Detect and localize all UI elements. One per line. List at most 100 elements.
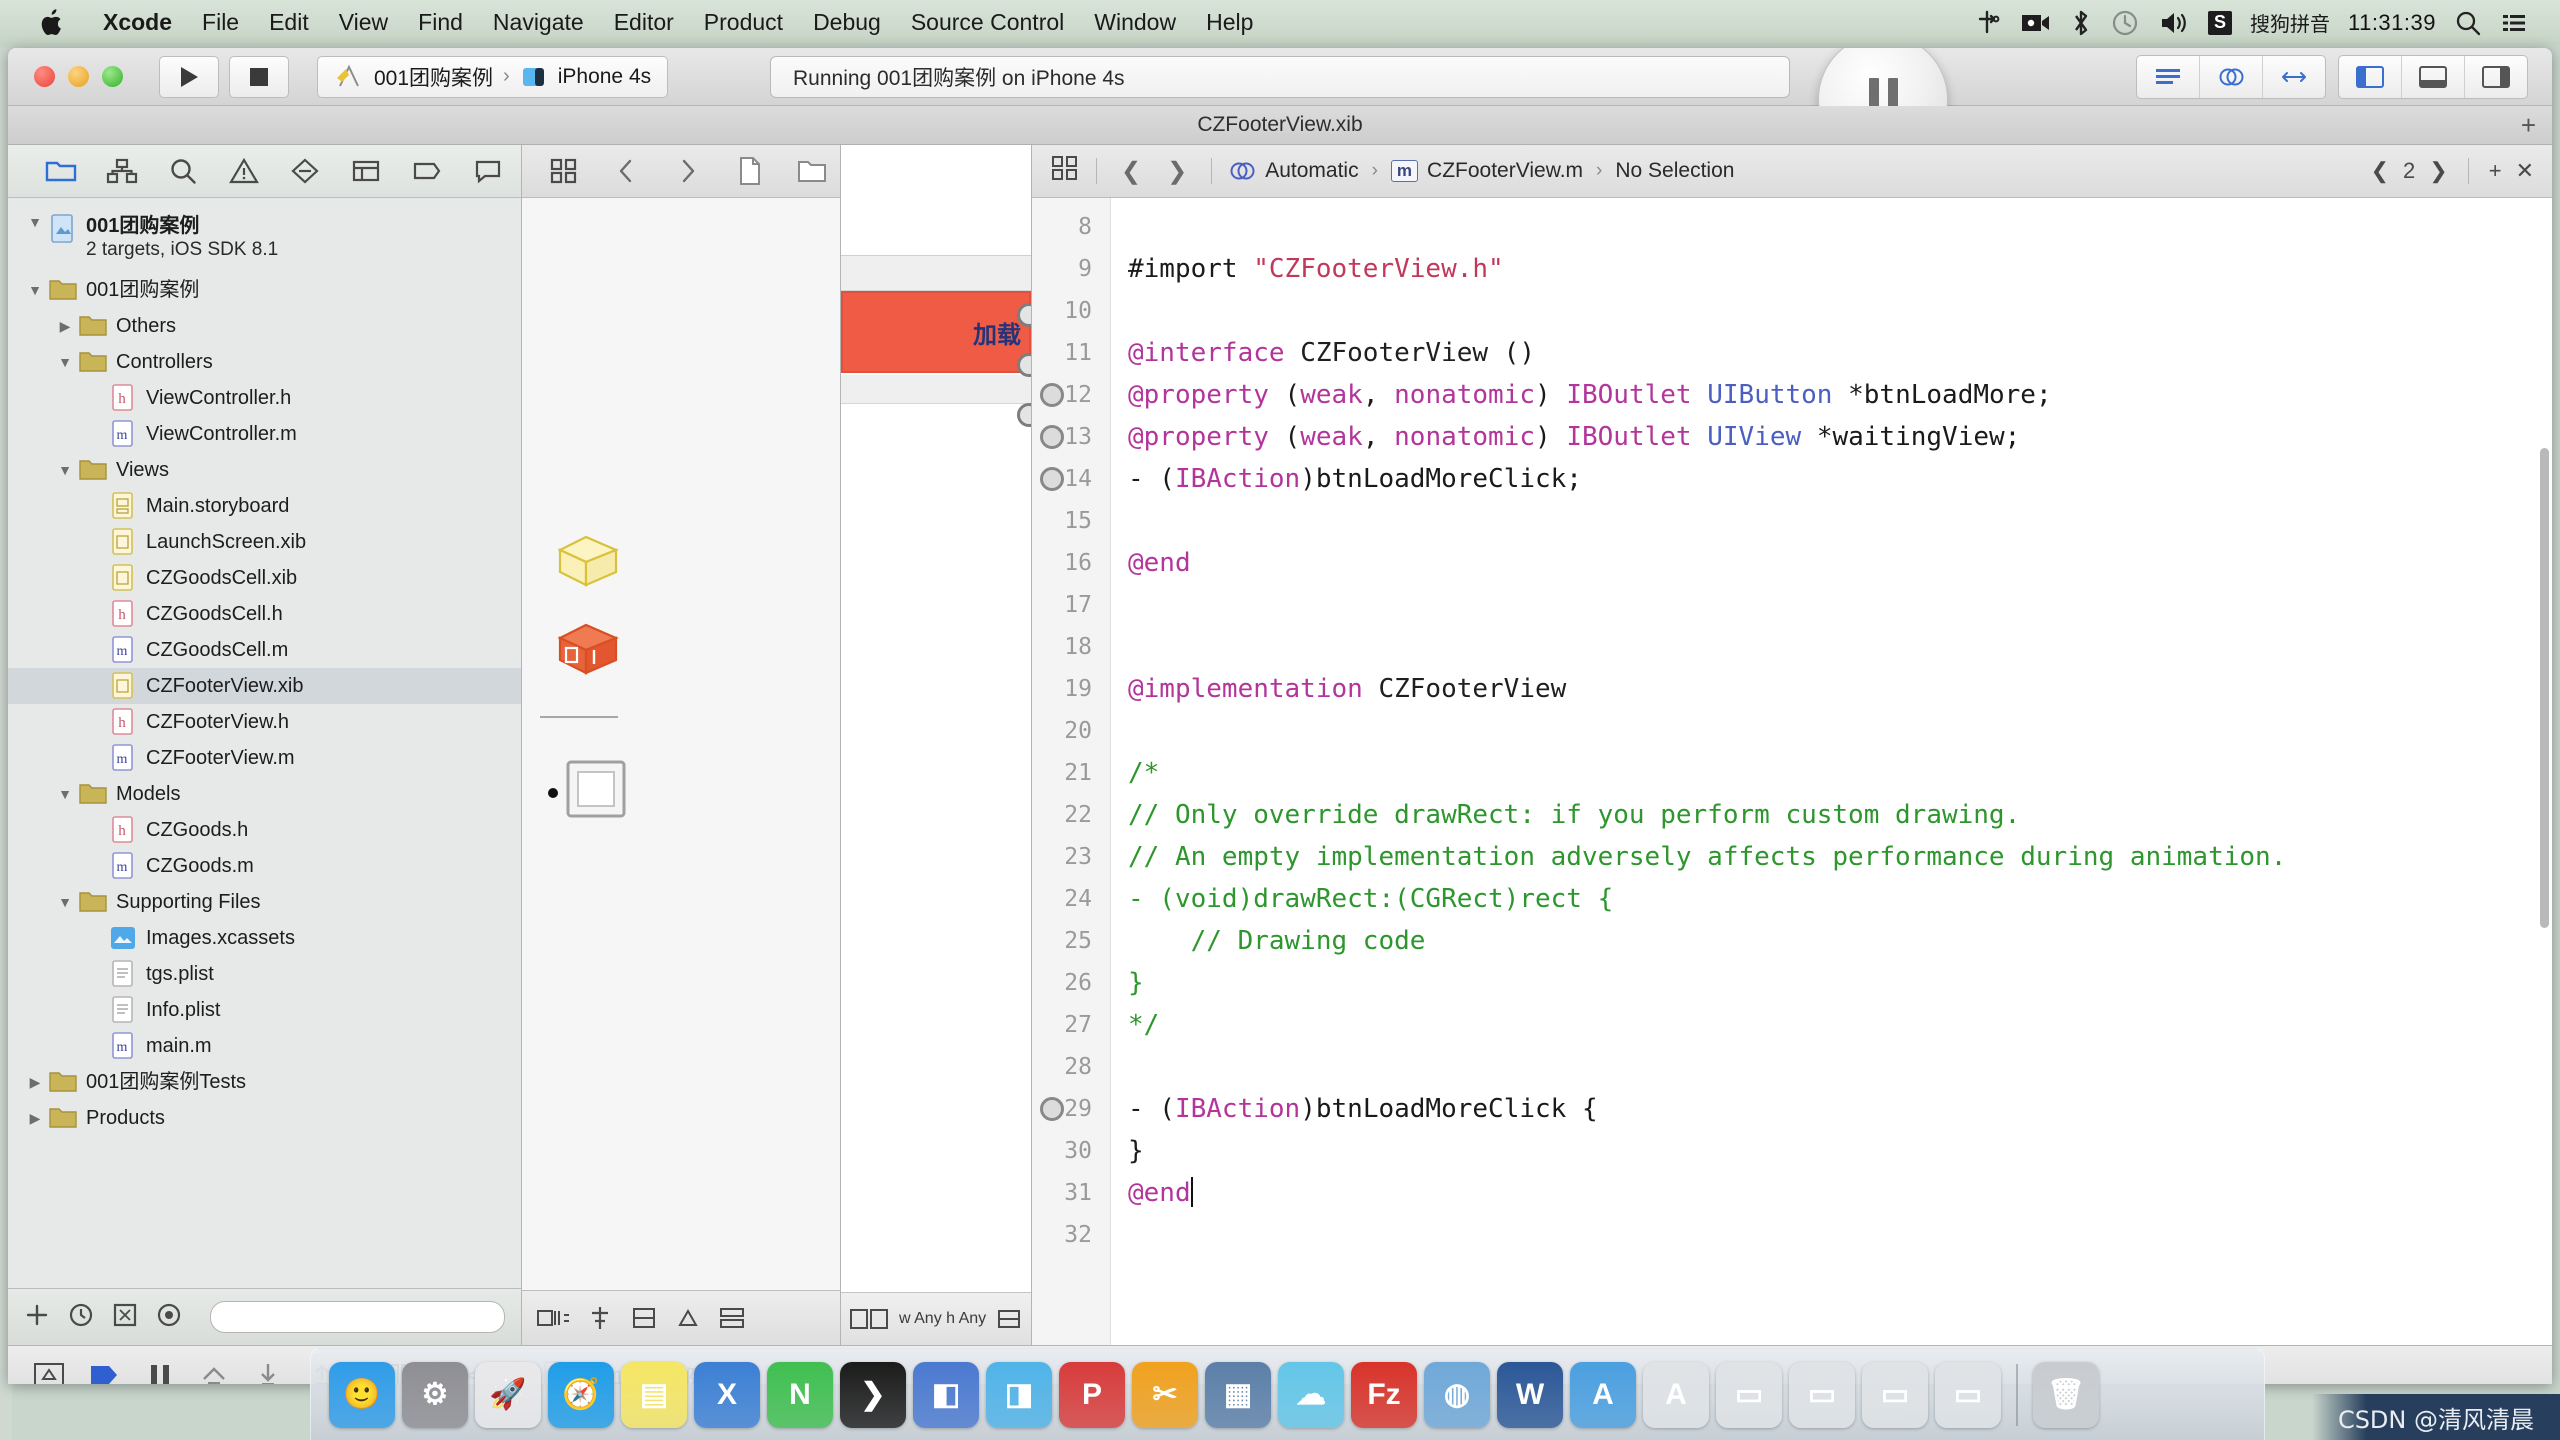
tree-row-project[interactable]: ▼ 001团购案例 2 targets, iOS SDK 8.1 [8, 212, 521, 272]
menu-navigate[interactable]: Navigate [478, 0, 599, 45]
tree-row-models[interactable]: ▼ Models [8, 776, 521, 812]
code-line[interactable]: 10 [1032, 290, 2552, 332]
tree-row-info-plist[interactable]: Info.plist [8, 992, 521, 1028]
dock-item-snip[interactable]: ✂ [1132, 1361, 1198, 1428]
menu-xcode[interactable]: Xcode [88, 0, 187, 45]
dock-item-filezilla[interactable]: Fz [1351, 1361, 1417, 1428]
add-tab-button[interactable]: + [2521, 110, 2536, 141]
tree-row-tgs-plist[interactable]: tgs.plist [8, 956, 521, 992]
code-line[interactable]: 30} [1032, 1130, 2552, 1172]
dock-item-xcode[interactable]: X [694, 1361, 760, 1428]
menu-product[interactable]: Product [689, 0, 798, 45]
add-editor-icon[interactable]: + [2489, 158, 2502, 184]
ib-forward-button[interactable] [660, 145, 716, 197]
menu-help[interactable]: Help [1191, 0, 1268, 45]
dock-item-safari[interactable]: 🧭 [548, 1361, 614, 1428]
code-text-area[interactable]: 8 9 #import "CZFooterView.h" 10 11 @interface… [1032, 198, 2552, 1345]
code-line[interactable]: 23 // An empty implementation adversely a… [1032, 836, 2552, 878]
code-line[interactable]: 17 [1032, 584, 2552, 626]
connection-dot[interactable] [1017, 303, 1031, 327]
tree-row-viewcontroller-h[interactable]: h ViewController.h [8, 380, 521, 416]
symbol-navigator-tab[interactable] [91, 145, 152, 197]
filter-recent-icon[interactable] [68, 1302, 94, 1333]
code-line[interactable]: 9 #import "CZFooterView.h" [1032, 248, 2552, 290]
menu-source-control[interactable]: Source Control [896, 0, 1079, 45]
code-line[interactable]: 22 // Only override drawRect: if you perf… [1032, 794, 2552, 836]
version-editor-button[interactable] [2263, 56, 2325, 98]
editor-vertical-scrollbar[interactable] [2540, 448, 2549, 928]
next-editor-button[interactable]: ❯ [2429, 158, 2447, 184]
step-over-icon[interactable] [198, 1361, 230, 1384]
menu-window[interactable]: Window [1079, 0, 1191, 45]
dock-item-evernote[interactable]: N [767, 1361, 833, 1428]
ib-document-icon[interactable] [722, 145, 778, 197]
pin-icon[interactable] [630, 1305, 658, 1331]
tree-row-czgoodscell-h[interactable]: h CZGoodsCell.h [8, 596, 521, 632]
disclosure-triangle-icon[interactable]: ▼ [52, 894, 78, 910]
menu-clock[interactable]: 11:31:39 [2348, 10, 2436, 36]
spotlight-search-icon[interactable] [2454, 9, 2482, 37]
toggle-debug-area-button[interactable] [2402, 55, 2465, 98]
dock-item-terminal[interactable]: ❯ [840, 1361, 906, 1428]
tree-row-main-storyboard[interactable]: Main.storyboard [8, 488, 521, 524]
disclosure-triangle-icon[interactable]: ▼ [52, 786, 78, 802]
tree-row-001-tests[interactable]: ▶ 001团购案例Tests [8, 1064, 521, 1100]
ib-objects-dock[interactable] [522, 198, 840, 1290]
tree-row-supporting-files[interactable]: ▼ Supporting Files [8, 884, 521, 920]
files-owner-object-icon[interactable] [550, 616, 626, 682]
tree-row-main-m[interactable]: m main.m [8, 1028, 521, 1064]
menu-debug[interactable]: Debug [798, 0, 896, 45]
code-line[interactable]: 12 @property (weak, nonatomic) IBOutlet U… [1032, 374, 2552, 416]
code-line[interactable]: 13 @property (weak, nonatomic) IBOutlet U… [1032, 416, 2552, 458]
tree-row-controllers[interactable]: ▼ Controllers [8, 344, 521, 380]
canvas-zoom-icon[interactable] [996, 1307, 1022, 1331]
dock-item-notes[interactable]: ▤ [621, 1361, 687, 1428]
project-navigator-tree[interactable]: ▼ 001团购案例 2 targets, iOS SDK 8.1 ▼ 001团购案… [8, 198, 521, 1288]
tree-row-czgoods-m[interactable]: m CZGoods.m [8, 848, 521, 884]
code-line[interactable]: 18 [1032, 626, 2552, 668]
menu-edit[interactable]: Edit [254, 0, 324, 45]
disclosure-triangle-icon[interactable]: ▼ [22, 282, 48, 298]
breadcrumb-automatic[interactable]: Automatic [1265, 159, 1358, 183]
connection-dot[interactable] [1017, 403, 1031, 427]
tree-row-products[interactable]: ▶ Products [8, 1100, 521, 1136]
disclosure-triangle-icon[interactable]: ▼ [22, 214, 48, 230]
pause-icon[interactable] [144, 1361, 176, 1384]
tree-row-czgoodscell-xib[interactable]: CZGoodsCell.xib [8, 560, 521, 596]
dock-item-launchpad[interactable]: 🚀 [475, 1361, 541, 1428]
code-lines[interactable]: 8 9 #import "CZFooterView.h" 10 11 @interface… [1032, 206, 2552, 1345]
ib-back-button[interactable] [598, 145, 654, 197]
canvas-size-icon[interactable] [849, 1306, 889, 1332]
stop-button[interactable] [229, 55, 289, 98]
code-line[interactable]: 16 @end [1032, 542, 2552, 584]
connection-dot[interactable] [1017, 353, 1031, 377]
screen-recording-icon[interactable] [2020, 10, 2052, 36]
step-into-icon[interactable] [252, 1361, 284, 1384]
filter-scm-icon[interactable] [112, 1302, 138, 1333]
code-line[interactable]: 20 [1032, 710, 2552, 752]
code-line[interactable]: 32 [1032, 1214, 2552, 1256]
code-line[interactable]: 8 [1032, 206, 2552, 248]
tree-row-czgoods-h[interactable]: h CZGoods.h [8, 812, 521, 848]
breadcrumb-selection[interactable]: No Selection [1615, 159, 1734, 183]
project-navigator-tab[interactable] [30, 145, 91, 197]
code-line[interactable]: 29- (IBAction)btnLoadMoreClick { [1032, 1088, 2552, 1130]
navigator-filter-field[interactable] [210, 1301, 505, 1333]
dock-item-finder[interactable]: 🙂 [329, 1361, 395, 1428]
resolve-issues-icon[interactable] [674, 1305, 702, 1331]
report-navigator-tab[interactable] [457, 145, 518, 197]
code-line[interactable]: 26} [1032, 962, 2552, 1004]
dock-item-appstore[interactable]: A [1570, 1361, 1636, 1428]
previous-editor-button[interactable]: ❮ [2371, 158, 2389, 184]
code-line[interactable]: 15 [1032, 500, 2552, 542]
hide-debug-icon[interactable] [32, 1361, 66, 1384]
tree-row-czgoodscell-m[interactable]: m CZGoodsCell.m [8, 632, 521, 668]
dock-item-doc-1[interactable]: ▭ [1716, 1361, 1782, 1428]
find-navigator-tab[interactable] [152, 145, 213, 197]
placeholder-object-icon[interactable] [550, 528, 626, 594]
dock-item-doc-4[interactable]: ▭ [1935, 1361, 2001, 1428]
tree-row-czfooterview-xib[interactable]: CZFooterView.xib [8, 668, 521, 704]
tree-row-czfooterview-m[interactable]: m CZFooterView.m [8, 740, 521, 776]
volume-icon[interactable] [2158, 9, 2190, 37]
code-line[interactable]: 28 [1032, 1046, 2552, 1088]
